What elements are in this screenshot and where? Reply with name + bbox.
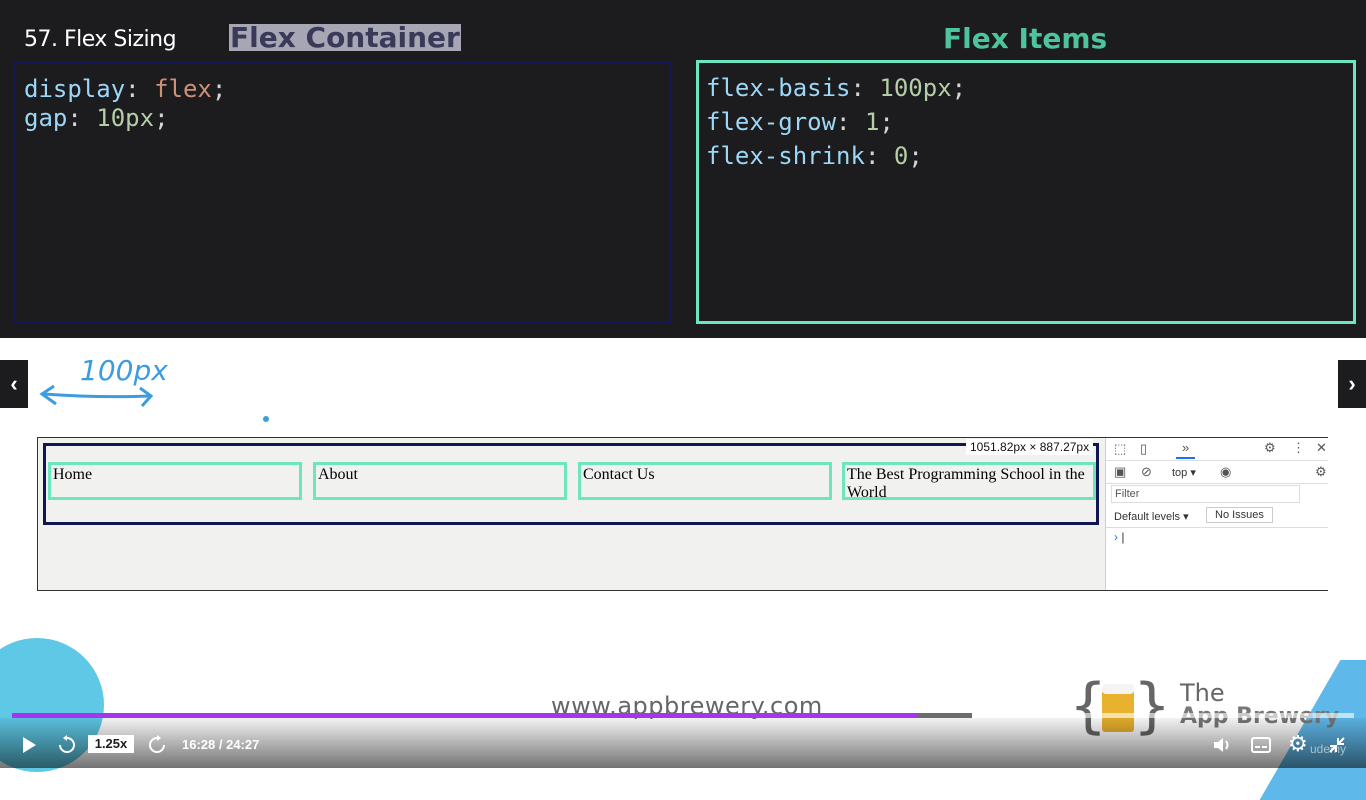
progress-played[interactable]	[12, 713, 917, 718]
handwritten-100px-annotation: 100px	[39, 354, 168, 408]
nav-item-about[interactable]: About	[313, 462, 567, 500]
flex-container-code-box: display: flex; gap: 10px;	[13, 61, 671, 323]
console-prompt[interactable]: › |	[1114, 530, 1124, 544]
browser-preview: Home About Contact Us The Best Programmi…	[37, 437, 1328, 591]
volume-icon[interactable]	[1213, 736, 1233, 754]
flex-items-code-box: flex-basis: 100px; flex-grow: 1; flex-sh…	[696, 60, 1356, 324]
rewind-icon[interactable]	[57, 735, 77, 755]
pen-dot	[263, 416, 269, 422]
arrow-shaft	[43, 392, 151, 399]
settings-icon[interactable]: ⚙	[1288, 731, 1308, 757]
annotation-text: 100px	[80, 354, 168, 387]
nav-item-contact[interactable]: Contact Us	[578, 462, 832, 500]
devtools-toolbar: ⬚ ▯ » ⚙ ⋮ ✕	[1106, 438, 1328, 461]
flex-items-title: Flex Items	[943, 22, 1108, 55]
playback-speed-button[interactable]: 1.25x	[88, 735, 134, 753]
chevron-right-icon: ›	[1348, 371, 1356, 396]
code-line-flex-grow: flex-grow: 1;	[706, 108, 894, 136]
code-line-gap: gap: 10px;	[24, 104, 169, 132]
console-divider	[1106, 527, 1328, 528]
default-levels-dropdown[interactable]: Default levels ▾	[1114, 510, 1189, 523]
viewport-size-readout: 1051.82px × 887.27px	[966, 439, 1094, 455]
lesson-title: 57. Flex Sizing	[24, 27, 177, 52]
clear-console-icon[interactable]: ⊘	[1141, 464, 1152, 480]
close-icon[interactable]: ✕	[1316, 440, 1327, 456]
chevron-left-icon: ‹	[10, 371, 18, 396]
nav-item-school[interactable]: The Best Programming School in the World	[842, 462, 1096, 501]
previous-lecture-button[interactable]: ‹	[0, 360, 28, 408]
console-settings-icon[interactable]: ⚙	[1315, 464, 1327, 480]
context-select[interactable]: top ▾	[1172, 466, 1196, 479]
logo-text-the: The	[1180, 679, 1225, 707]
device-toolbar-icon[interactable]: ▯	[1140, 441, 1147, 457]
console-toolbar: ▣ ⊘ top ▾ ◉ ⚙	[1106, 461, 1328, 484]
play-icon[interactable]	[20, 736, 38, 754]
no-issues-button[interactable]: No Issues	[1206, 507, 1273, 523]
prompt-chevron-icon: ›	[1114, 530, 1118, 544]
devtools-panel: ⬚ ▯ » ⚙ ⋮ ✕ ▣ ⊘ top ▾ ◉ ⚙ Filter Default…	[1105, 438, 1328, 590]
inspect-element-icon[interactable]: ⬚	[1114, 441, 1126, 457]
code-line-display: display: flex;	[24, 75, 227, 103]
kebab-menu-icon[interactable]: ⋮	[1292, 440, 1305, 456]
flex-container-nav: Home About Contact Us The Best Programmi…	[43, 443, 1099, 525]
more-tabs-button[interactable]: »	[1176, 440, 1196, 459]
code-line-flex-shrink: flex-shrink: 0;	[706, 142, 923, 170]
flex-container-title: Flex Container	[229, 21, 461, 54]
sidebar-toggle-icon[interactable]: ▣	[1114, 464, 1126, 480]
filter-input[interactable]: Filter	[1111, 485, 1300, 503]
cursor: |	[1121, 530, 1125, 544]
settings-gear-icon[interactable]: ⚙	[1264, 440, 1276, 456]
eye-icon[interactable]: ◉	[1220, 464, 1231, 480]
forward-icon[interactable]	[147, 735, 167, 755]
captions-icon[interactable]	[1251, 737, 1271, 753]
udemy-watermark: udemy	[1310, 742, 1347, 756]
time-display: 16:28 / 24:27	[182, 737, 260, 752]
code-line-flex-basis: flex-basis: 100px;	[706, 74, 967, 102]
next-lecture-button[interactable]: ›	[1338, 360, 1366, 408]
nav-item-home[interactable]: Home	[48, 462, 302, 500]
slide-header-area: 57. Flex Sizing Flex Container Flex Item…	[0, 0, 1366, 338]
